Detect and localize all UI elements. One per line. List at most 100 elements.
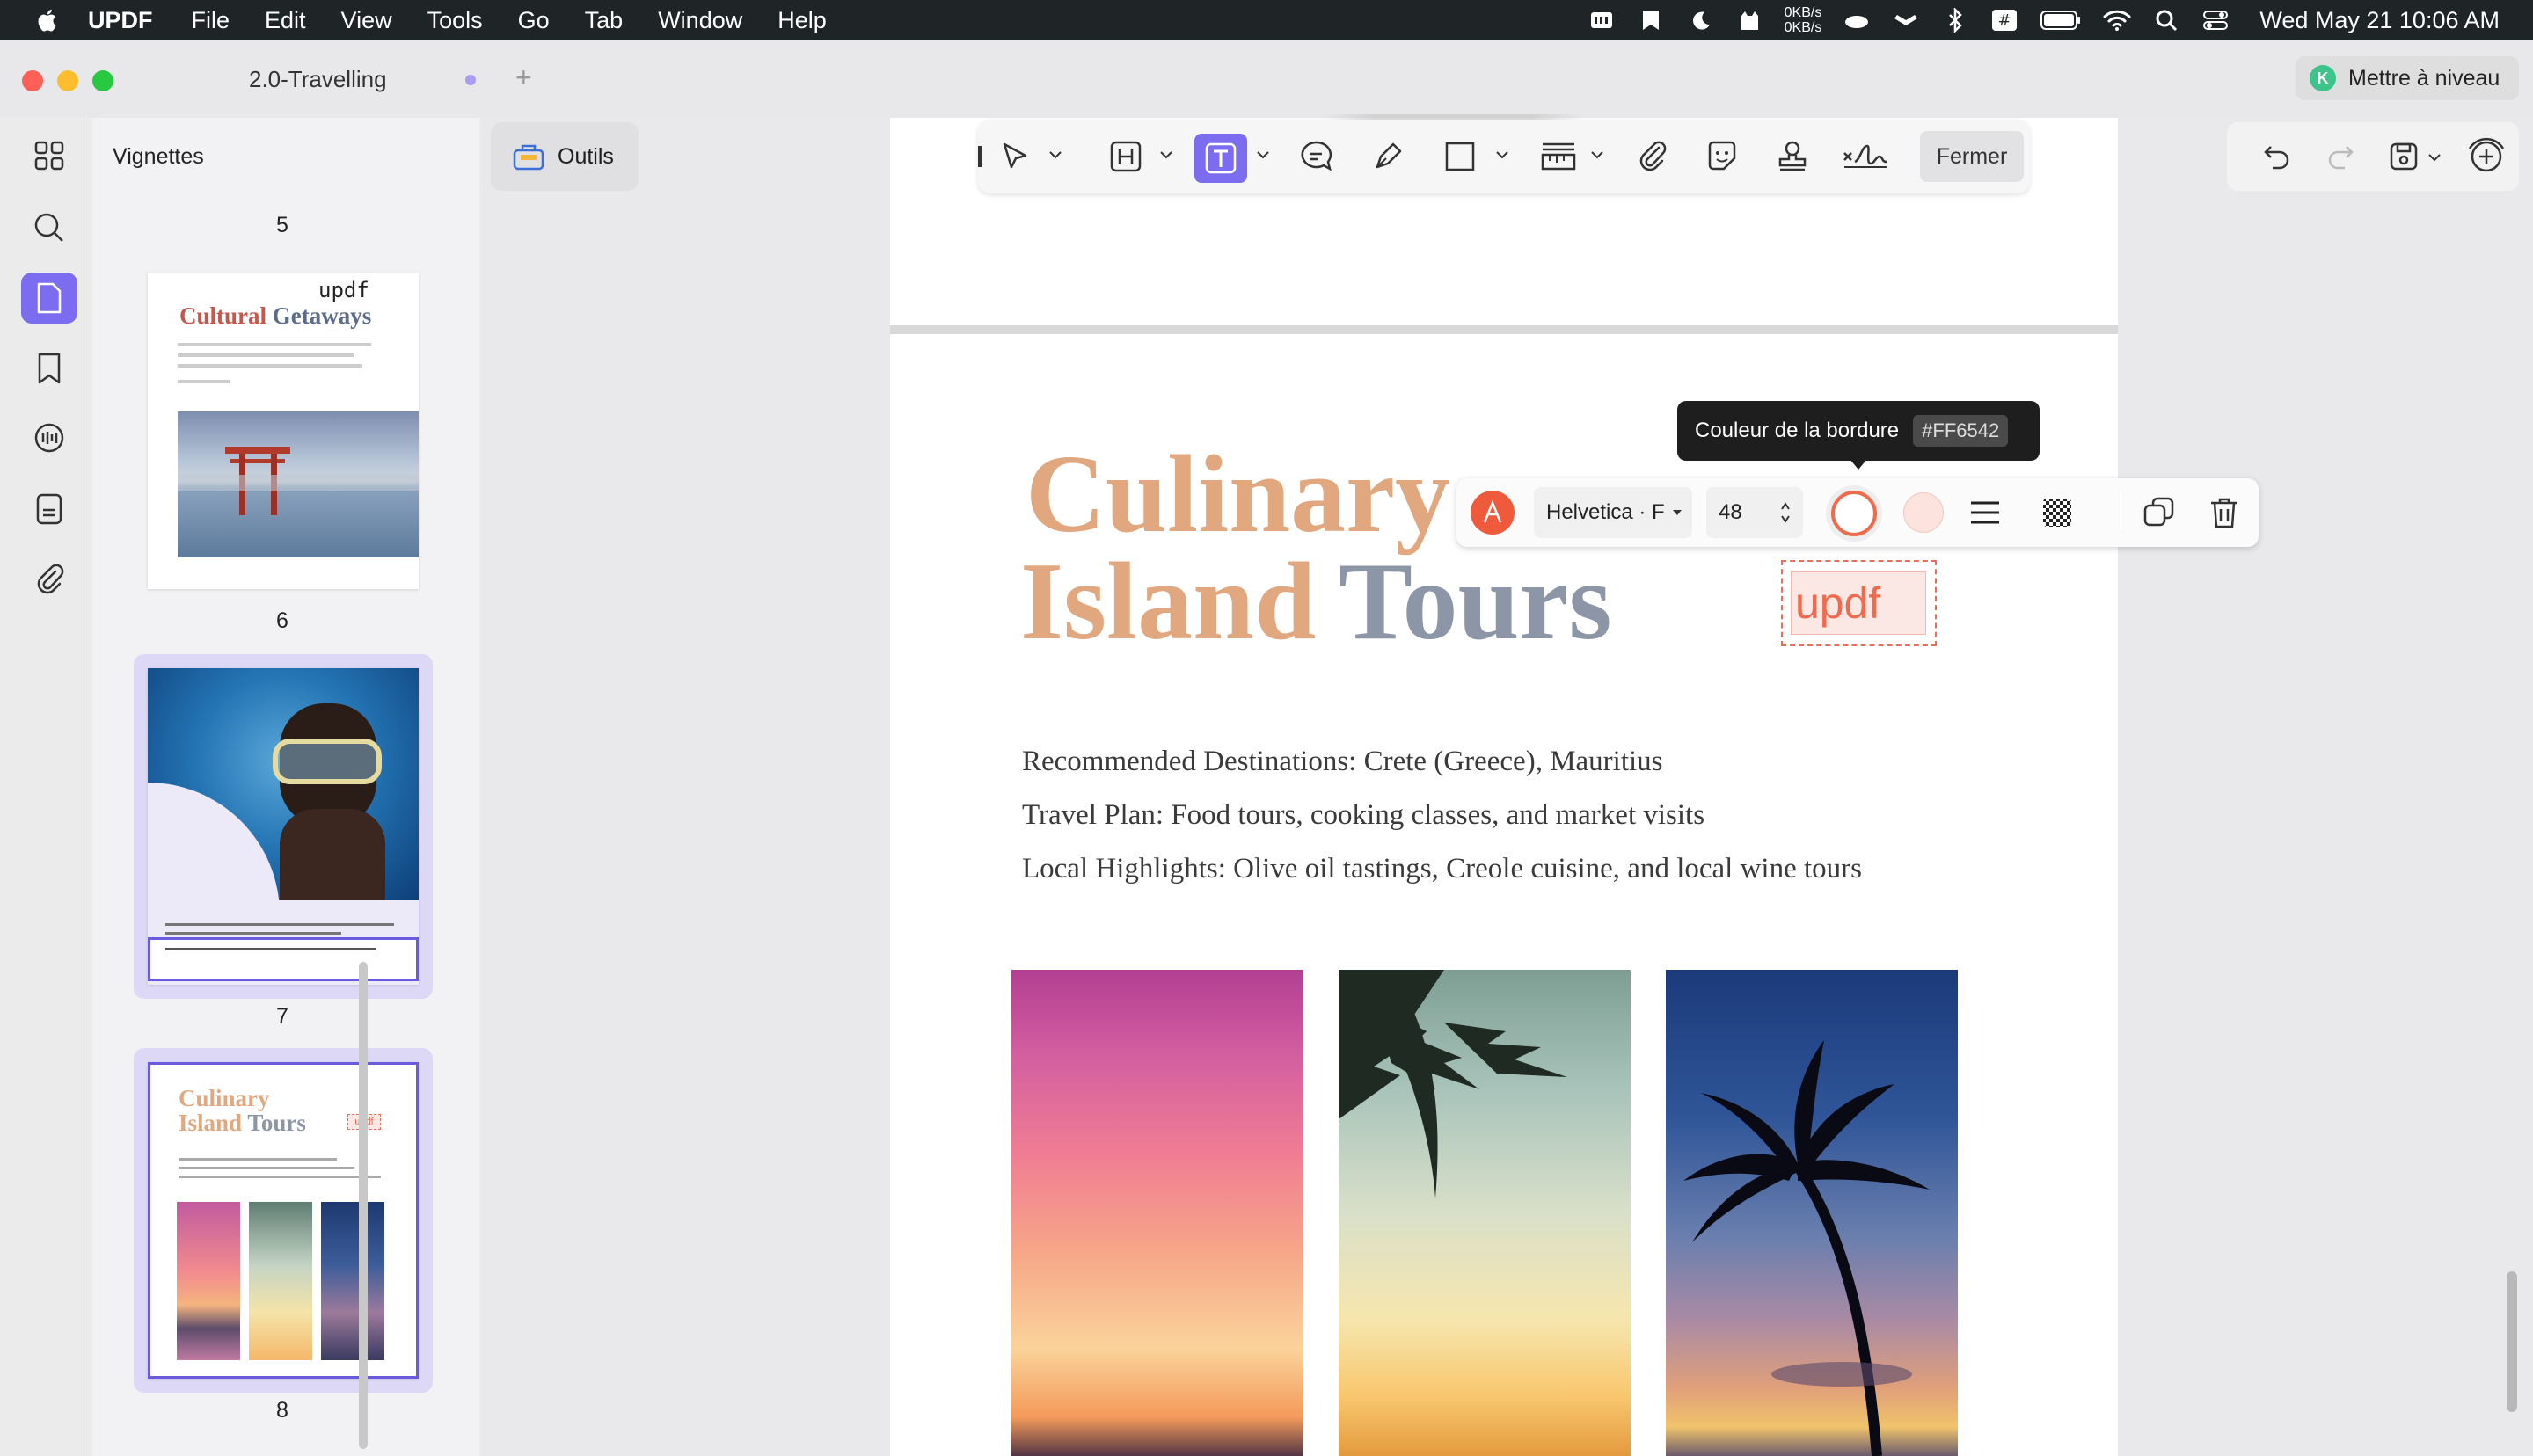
menu-app-name[interactable]: UPDF	[88, 7, 153, 34]
thumbnails-scrollbar[interactable]	[359, 962, 368, 1449]
menu-tools[interactable]: Tools	[427, 7, 483, 34]
new-tab-button[interactable]: +	[515, 62, 532, 94]
delete-trash-icon[interactable]	[2206, 494, 2243, 531]
pen-icon[interactable]	[1367, 135, 1409, 178]
fill-color-button[interactable]	[1903, 492, 1944, 533]
rectangle-shape-icon[interactable]	[1439, 135, 1481, 178]
wifi-icon[interactable]	[2103, 8, 2131, 33]
measure-icon[interactable]	[1534, 135, 1583, 178]
chevron-down-icon[interactable]	[1495, 149, 1509, 160]
page-number: 8	[276, 1398, 288, 1423]
thumbnails-grid-icon[interactable]	[21, 130, 77, 181]
chevron-down-icon[interactable]	[2427, 152, 2442, 163]
menu-go[interactable]: Go	[518, 7, 550, 34]
forms-icon[interactable]	[21, 484, 77, 535]
ai-chat-icon[interactable]	[21, 413, 77, 464]
sync-icon[interactable]	[1892, 8, 1920, 33]
account-avatar: K	[2310, 65, 2336, 91]
panel-title: Vignettes	[113, 144, 204, 169]
tooltip-arrow	[1850, 459, 1867, 470]
tooltip-label: Couleur de la bordure	[1695, 419, 1900, 442]
tooltip-hex: #FF6542	[1913, 415, 2009, 447]
chevron-down-icon[interactable]	[1159, 149, 1173, 160]
attachment-icon[interactable]	[1631, 135, 1673, 178]
chevron-down-icon[interactable]	[1590, 149, 1604, 160]
thumb-title-c: Tours	[247, 1110, 306, 1136]
page-heading-line1[interactable]: Culinary	[1026, 440, 1450, 550]
page-heading-line2a[interactable]: Island	[1020, 547, 1316, 658]
torii-photo	[178, 411, 419, 557]
text-box-icon[interactable]	[1194, 134, 1247, 183]
search-icon[interactable]	[21, 202, 77, 253]
sticker-icon[interactable]	[1701, 135, 1743, 178]
cloud-icon[interactable]	[1843, 8, 1871, 33]
page-separator	[890, 325, 2118, 334]
menu-bar: UPDF File Edit View Tools Go Tab Window …	[0, 0, 2533, 40]
apple-icon[interactable]	[35, 7, 62, 33]
toolbox-icon	[513, 144, 544, 171]
annotation-toolbar	[978, 120, 2030, 193]
upgrade-button[interactable]: K Mettre à niveau	[2296, 56, 2519, 100]
document-scrollbar[interactable]	[2507, 1271, 2517, 1412]
menu-window[interactable]: Window	[658, 7, 742, 34]
travel-plan-text[interactable]: Travel Plan: Food tours, cooking classes…	[1022, 799, 1704, 832]
dropdown-arrow-icon	[1672, 510, 1682, 515]
attachment-icon[interactable]	[21, 554, 77, 605]
thumb-title-b: Island	[179, 1110, 243, 1136]
comment-icon[interactable]	[1295, 135, 1337, 178]
stepper-arrows-icon[interactable]	[1780, 499, 1791, 526]
palm-leaves-photo[interactable]	[1339, 970, 1631, 1456]
control-center-icon[interactable]	[2201, 8, 2230, 33]
font-family-select[interactable]: Helvetica · F	[1534, 487, 1692, 538]
menu-view[interactable]: View	[341, 7, 392, 34]
palm-silhouette-photo[interactable]	[1666, 970, 1958, 1456]
line-weight-icon[interactable]	[1967, 494, 2004, 531]
highlights-text[interactable]: Local Highlights: Olive oil tastings, Cr…	[1022, 853, 1862, 885]
left-icon-rail	[0, 118, 91, 1456]
border-color-button[interactable]	[1831, 491, 1877, 536]
chevron-down-icon[interactable]	[1048, 149, 1062, 160]
page-thumbnail-7[interactable]	[148, 668, 419, 985]
zoom-window-button[interactable]	[92, 70, 113, 91]
text-box-content[interactable]: updf	[1791, 571, 1926, 635]
select-pointer-icon[interactable]	[994, 135, 1036, 178]
undo-icon[interactable]	[2259, 138, 2296, 175]
bluetooth-icon[interactable]	[1941, 8, 1969, 33]
destinations-text[interactable]: Recommended Destinations: Crete (Greece)…	[1022, 746, 1663, 778]
moon-icon[interactable]	[1686, 8, 1714, 33]
page-heading-line2b[interactable]: Tours	[1339, 547, 1612, 658]
menu-file[interactable]: File	[192, 7, 230, 34]
sunset-sky-photo[interactable]	[1011, 970, 1303, 1456]
battery-icon[interactable]	[2040, 8, 2082, 33]
text-color-button[interactable]	[1471, 491, 1515, 535]
hash-icon[interactable]: #	[1990, 8, 2018, 33]
page-thumbnail-6[interactable]: Cultural Getaways updf	[148, 273, 419, 589]
chevron-down-icon[interactable]	[1256, 149, 1270, 160]
tools-button[interactable]: Outils	[491, 122, 639, 191]
spotlight-search-icon[interactable]	[2152, 8, 2180, 33]
bookmark-tray-icon[interactable]	[1637, 8, 1665, 33]
font-size-stepper[interactable]: 48	[1706, 487, 1803, 538]
pages-icon[interactable]	[21, 273, 77, 324]
bookmark-icon[interactable]	[21, 343, 77, 394]
menu-edit[interactable]: Edit	[265, 7, 306, 34]
opacity-checker-icon[interactable]	[2039, 494, 2076, 531]
redo-icon[interactable]	[2322, 138, 2359, 175]
page-thumbnail-8[interactable]: Culinary Island Tours updf	[148, 1062, 419, 1379]
clock[interactable]: Wed May 21 10:06 AM	[2259, 7, 2500, 34]
screen-record-icon[interactable]	[1588, 8, 1616, 33]
menu-tab[interactable]: Tab	[585, 7, 624, 34]
close-toolbar-button[interactable]: Fermer	[1920, 131, 2024, 182]
menu-help[interactable]: Help	[777, 7, 827, 34]
text-field-icon[interactable]	[1105, 135, 1147, 178]
document-tab[interactable]: 2.0-Travelling	[249, 66, 387, 93]
cat-icon[interactable]	[1735, 8, 1763, 33]
stamp-icon[interactable]	[1771, 135, 1814, 178]
save-icon[interactable]	[2385, 138, 2422, 175]
text-color-icon	[1483, 500, 1502, 523]
minimize-window-button[interactable]	[57, 70, 78, 91]
ai-assistant-icon[interactable]	[2463, 137, 2510, 175]
signature-icon[interactable]	[1840, 135, 1891, 178]
close-window-button[interactable]	[22, 70, 43, 91]
duplicate-icon[interactable]	[2141, 494, 2178, 531]
